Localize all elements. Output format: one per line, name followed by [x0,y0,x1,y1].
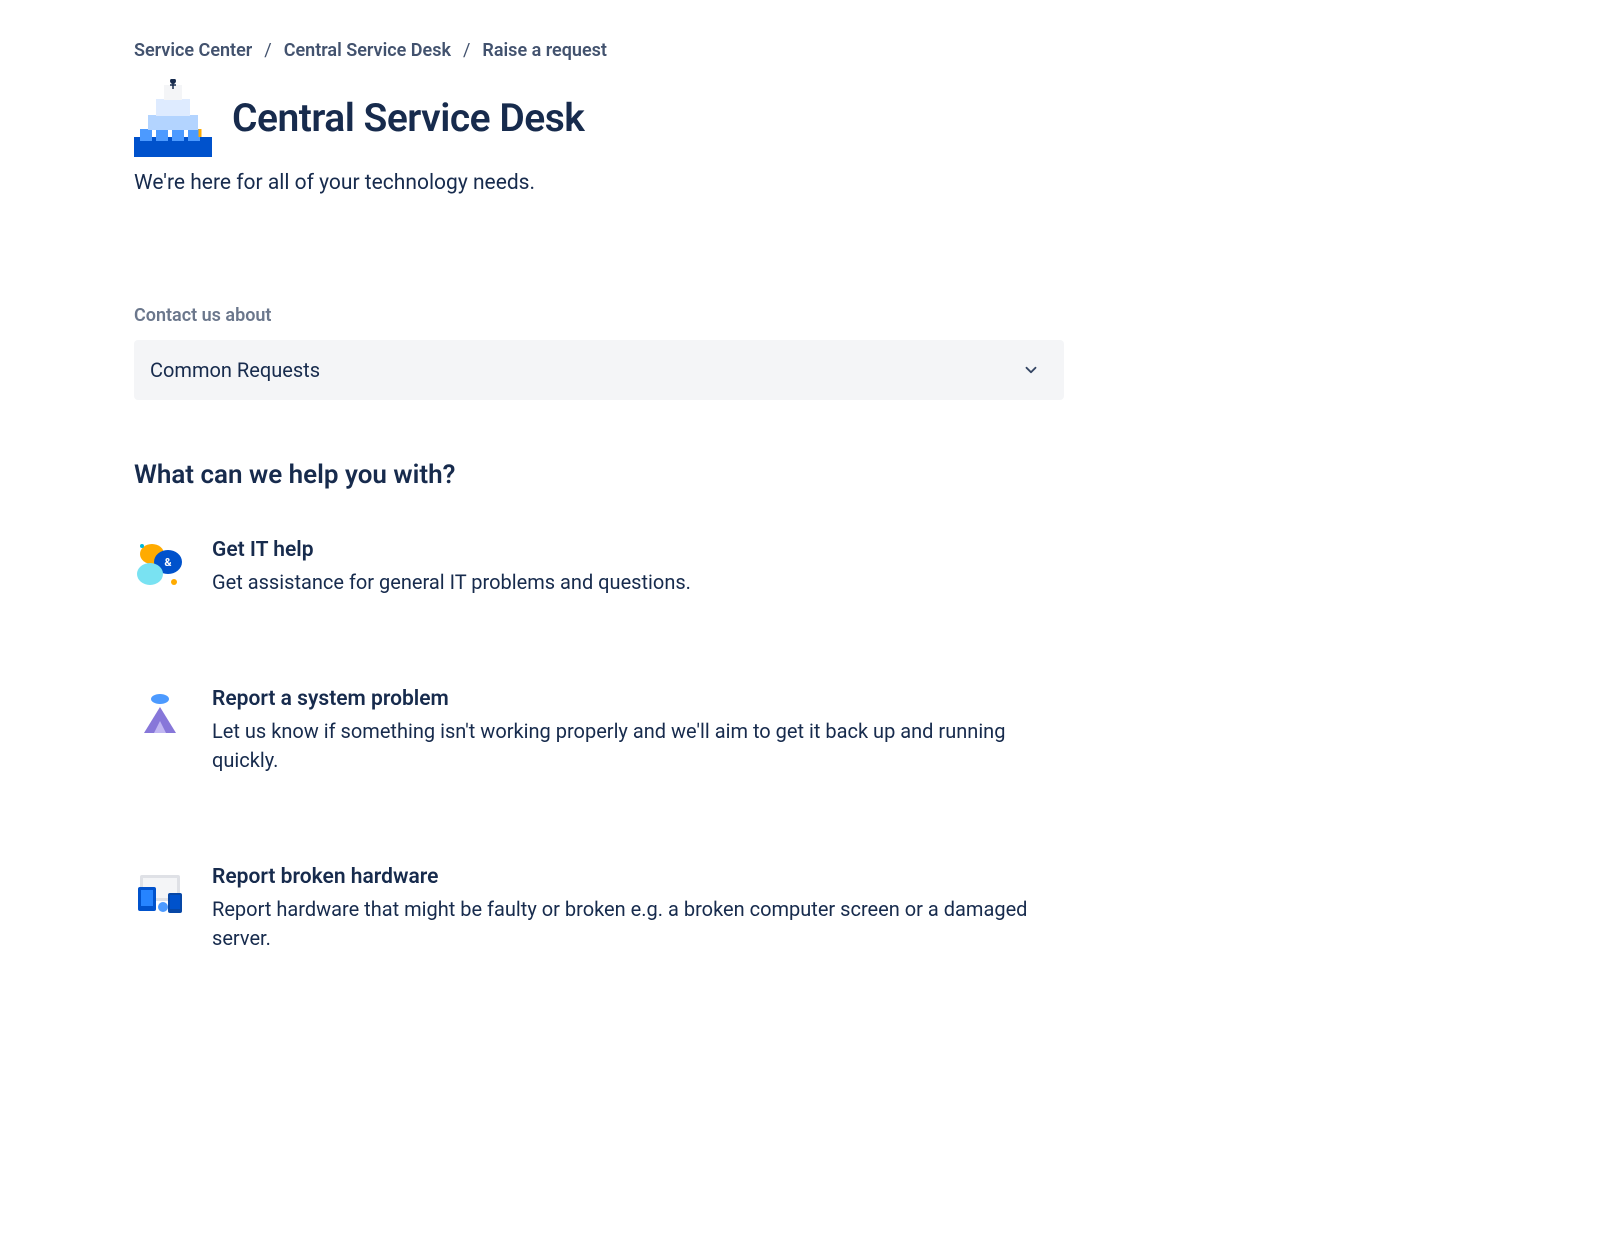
breadcrumb-separator: / [264,40,271,61]
contact-dropdown[interactable]: Common Requests [134,340,1064,400]
svg-text:&: & [164,556,172,569]
breadcrumb-item-service-center[interactable]: Service Center [134,40,252,61]
request-description: Report hardware that might be faulty or … [212,895,1064,953]
contact-label: Contact us about [134,305,1200,326]
breadcrumb: Service Center / Central Service Desk / … [134,40,1200,61]
chat-bubbles-icon: & [134,538,186,590]
request-title: Report a system problem [212,687,1064,711]
breadcrumb-item-central-service-desk[interactable]: Central Service Desk [284,40,451,61]
request-item-report-system-problem[interactable]: Report a system problem Let us know if s… [134,687,1064,775]
header: Central Service Desk [134,79,1200,157]
breadcrumb-item-raise-request[interactable]: Raise a request [482,40,607,61]
breadcrumb-separator: / [463,40,470,61]
request-description: Let us know if something isn't working p… [212,717,1064,775]
service-desk-logo-icon [134,79,212,157]
request-item-report-broken-hardware[interactable]: Report broken hardware Report hardware t… [134,865,1064,953]
request-item-get-it-help[interactable]: & Get IT help Get assistance for general… [134,538,1064,597]
page-subtitle: We're here for all of your technology ne… [134,171,1200,195]
mountain-flag-icon [134,687,186,739]
devices-icon [134,865,186,917]
request-description: Get assistance for general IT problems a… [212,568,1064,597]
request-list: & Get IT help Get assistance for general… [134,538,1064,953]
request-title: Get IT help [212,538,1064,562]
chevron-down-icon [1022,361,1040,379]
help-heading: What can we help you with? [134,460,1200,490]
request-title: Report broken hardware [212,865,1064,889]
page-title: Central Service Desk [232,95,584,141]
dropdown-selected-value: Common Requests [150,358,320,382]
